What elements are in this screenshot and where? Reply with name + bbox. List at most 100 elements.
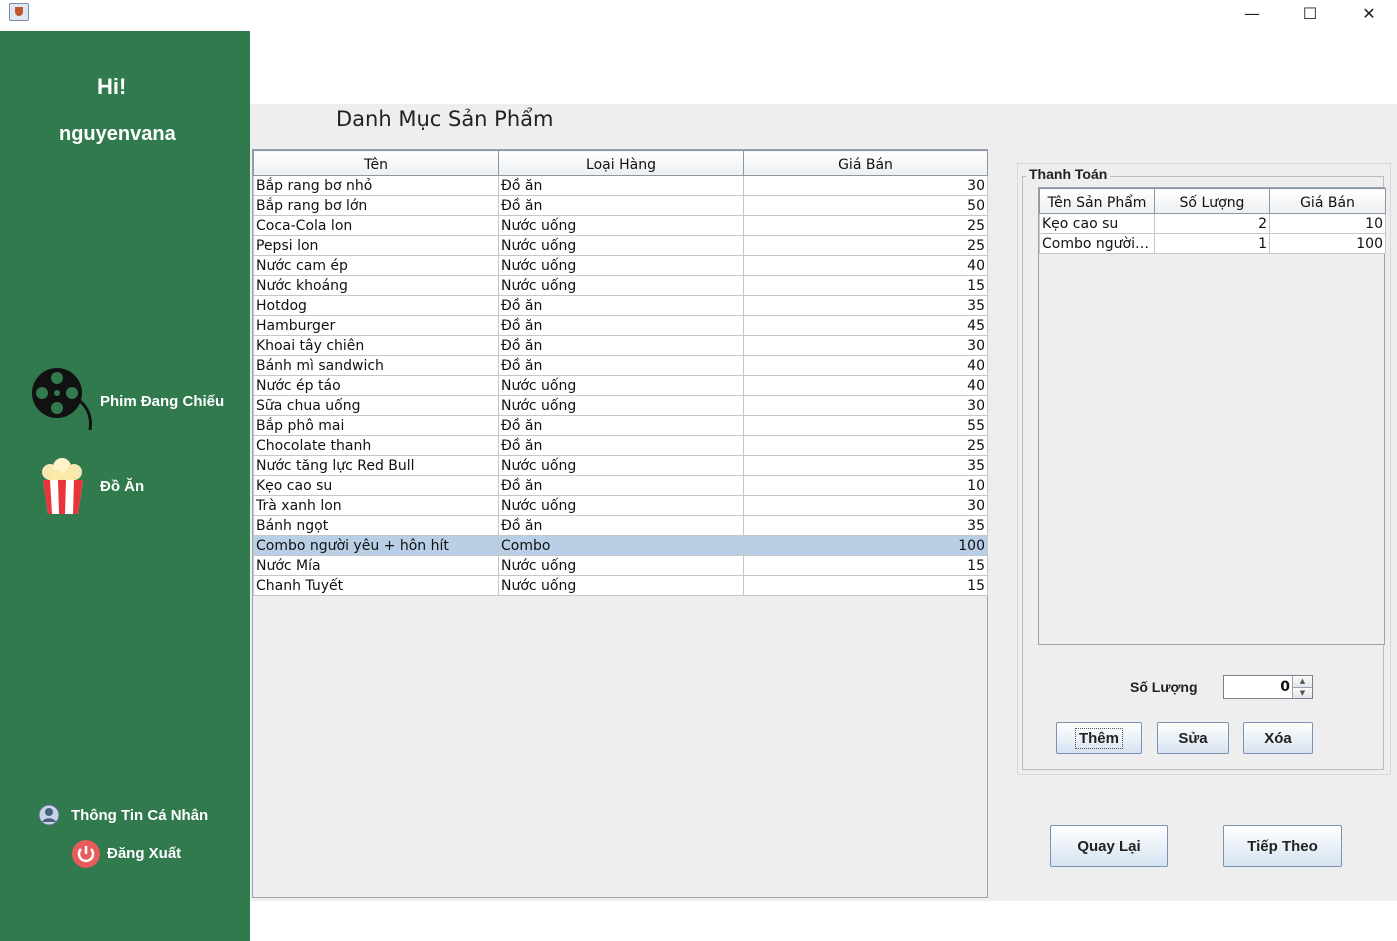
- logout-button[interactable]: Đăng Xuất: [71, 839, 211, 869]
- table-cell[interactable]: Đồ ăn: [498, 415, 744, 436]
- table-cell[interactable]: Nước uống: [498, 395, 744, 416]
- table-cell[interactable]: Chanh Tuyết: [253, 575, 499, 596]
- table-cell[interactable]: 10: [743, 475, 988, 496]
- table-cell[interactable]: Sữa chua uống: [253, 395, 499, 416]
- table-cell[interactable]: 35: [743, 515, 988, 536]
- table-cell[interactable]: 40: [743, 255, 988, 276]
- product-table-scroll[interactable]: Tên Loại Hàng Giá Bán Bắp rang bơ nhỏ Đồ …: [252, 149, 988, 898]
- quantity-stepper[interactable]: 0 ▲ ▼: [1223, 675, 1313, 699]
- table-cell[interactable]: Coca-Cola lon: [253, 215, 499, 236]
- table-cell[interactable]: Hotdog: [253, 295, 499, 316]
- table-row[interactable]: Bắp rang bơ lớn Đồ ăn 50: [253, 195, 988, 216]
- close-icon[interactable]: ✕: [1346, 0, 1392, 26]
- table-cell[interactable]: Đồ ăn: [498, 355, 744, 376]
- delete-button[interactable]: Xóa: [1243, 722, 1313, 754]
- next-button[interactable]: Tiếp Theo: [1223, 825, 1342, 867]
- table-cell[interactable]: Kẹo cao su: [1039, 213, 1155, 234]
- table-cell[interactable]: 30: [743, 495, 988, 516]
- table-cell[interactable]: 40: [743, 355, 988, 376]
- table-row[interactable]: Trà xanh lon Nước uống 30: [253, 495, 988, 516]
- table-cell[interactable]: Nước cam ép: [253, 255, 499, 276]
- maximize-icon[interactable]: ☐: [1287, 0, 1333, 26]
- table-cell[interactable]: Nước Mía: [253, 555, 499, 576]
- table-row[interactable]: Hotdog Đồ ăn 35: [253, 295, 988, 316]
- table-row[interactable]: Nước Mía Nước uống 15: [253, 555, 988, 576]
- table-row[interactable]: Chocolate thanh Đồ ăn 25: [253, 435, 988, 456]
- table-cell[interactable]: 100: [1269, 233, 1386, 254]
- table-cell[interactable]: Nước uống: [498, 275, 744, 296]
- table-cell[interactable]: Kẹo cao su: [253, 475, 499, 496]
- table-cell[interactable]: Đồ ăn: [498, 475, 744, 496]
- table-cell[interactable]: Bắp rang bơ nhỏ: [253, 175, 499, 196]
- table-cell[interactable]: Nước uống: [498, 555, 744, 576]
- table-cell[interactable]: Đồ ăn: [498, 435, 744, 456]
- table-cell[interactable]: Nước uống: [498, 255, 744, 276]
- table-row[interactable]: Bắp phô mai Đồ ăn 55: [253, 415, 988, 436]
- column-header-price[interactable]: Giá Bán: [1269, 188, 1386, 214]
- table-row[interactable]: Bánh mì sandwich Đồ ăn 40: [253, 355, 988, 376]
- table-cell[interactable]: 15: [743, 275, 988, 296]
- table-row[interactable]: Pepsi lon Nước uống 25: [253, 235, 988, 256]
- table-cell[interactable]: 1: [1154, 233, 1270, 254]
- table-cell[interactable]: 35: [743, 455, 988, 476]
- table-cell[interactable]: Combo người yêu + hôn hít: [253, 535, 499, 556]
- table-cell[interactable]: 45: [743, 315, 988, 336]
- table-cell[interactable]: Nước uống: [498, 375, 744, 396]
- table-row[interactable]: Nước khoáng Nước uống 15: [253, 275, 988, 296]
- table-cell[interactable]: Nước uống: [498, 215, 744, 236]
- column-header-quantity[interactable]: Số Lượng: [1154, 188, 1270, 214]
- table-row[interactable]: Hamburger Đồ ăn 45: [253, 315, 988, 336]
- table-row[interactable]: Nước tăng lực Red Bull Nước uống 35: [253, 455, 988, 476]
- table-cell[interactable]: Đồ ăn: [498, 295, 744, 316]
- table-cell[interactable]: Nước ép táo: [253, 375, 499, 396]
- table-cell[interactable]: 25: [743, 215, 988, 236]
- table-cell[interactable]: 35: [743, 295, 988, 316]
- table-cell[interactable]: 30: [743, 335, 988, 356]
- sidebar-item-food[interactable]: Đồ Ăn: [40, 458, 190, 516]
- decrement-icon[interactable]: ▼: [1292, 687, 1312, 698]
- table-row[interactable]: Chanh Tuyết Nước uống 15: [253, 575, 988, 596]
- table-cell[interactable]: 2: [1154, 213, 1270, 234]
- edit-button[interactable]: Sửa: [1157, 722, 1229, 754]
- table-row[interactable]: Bánh ngọt Đồ ăn 35: [253, 515, 988, 536]
- table-cell[interactable]: 25: [743, 235, 988, 256]
- table-row[interactable]: Sữa chua uống Nước uống 30: [253, 395, 988, 416]
- table-cell[interactable]: Chocolate thanh: [253, 435, 499, 456]
- table-cell[interactable]: Combo người y...: [1039, 233, 1155, 254]
- table-cell[interactable]: Bắp rang bơ lớn: [253, 195, 499, 216]
- table-cell[interactable]: 10: [1269, 213, 1386, 234]
- table-cell[interactable]: 15: [743, 555, 988, 576]
- table-cell[interactable]: 30: [743, 175, 988, 196]
- add-button[interactable]: Thêm: [1056, 722, 1142, 754]
- table-cell[interactable]: 15: [743, 575, 988, 596]
- table-row[interactable]: Kẹo cao su Đồ ăn 10: [253, 475, 988, 496]
- sidebar-item-movies[interactable]: Phim Đang Chiếu: [30, 366, 230, 436]
- table-cell[interactable]: Đồ ăn: [498, 195, 744, 216]
- table-cell[interactable]: Hamburger: [253, 315, 499, 336]
- table-cell[interactable]: 100: [743, 535, 988, 556]
- table-cell[interactable]: Nước uống: [498, 495, 744, 516]
- table-row[interactable]: Khoai tây chiên Đồ ăn 30: [253, 335, 988, 356]
- table-cell[interactable]: Trà xanh lon: [253, 495, 499, 516]
- table-cell[interactable]: 25: [743, 435, 988, 456]
- table-cell[interactable]: Bánh mì sandwich: [253, 355, 499, 376]
- table-cell[interactable]: Nước uống: [498, 235, 744, 256]
- back-button[interactable]: Quay Lại: [1050, 825, 1168, 867]
- table-row[interactable]: Nước cam ép Nước uống 40: [253, 255, 988, 276]
- table-row[interactable]: Kẹo cao su 2 10: [1039, 213, 1386, 234]
- table-cell[interactable]: 50: [743, 195, 988, 216]
- table-row[interactable]: Combo người y... 1 100: [1039, 233, 1386, 254]
- table-cell[interactable]: Bắp phô mai: [253, 415, 499, 436]
- table-cell[interactable]: Nước uống: [498, 575, 744, 596]
- sidebar-item-profile[interactable]: Thông Tin Cá Nhân: [38, 804, 228, 828]
- table-cell[interactable]: Pepsi lon: [253, 235, 499, 256]
- table-cell[interactable]: Bánh ngọt: [253, 515, 499, 536]
- table-row[interactable]: Bắp rang bơ nhỏ Đồ ăn 30: [253, 175, 988, 196]
- quantity-value[interactable]: 0: [1280, 679, 1290, 695]
- table-row[interactable]: Coca-Cola lon Nước uống 25: [253, 215, 988, 236]
- table-cell[interactable]: Nước uống: [498, 455, 744, 476]
- table-cell[interactable]: 30: [743, 395, 988, 416]
- increment-icon[interactable]: ▲: [1292, 676, 1312, 687]
- column-header-type[interactable]: Loại Hàng: [498, 150, 744, 176]
- minimize-icon[interactable]: —: [1229, 0, 1275, 26]
